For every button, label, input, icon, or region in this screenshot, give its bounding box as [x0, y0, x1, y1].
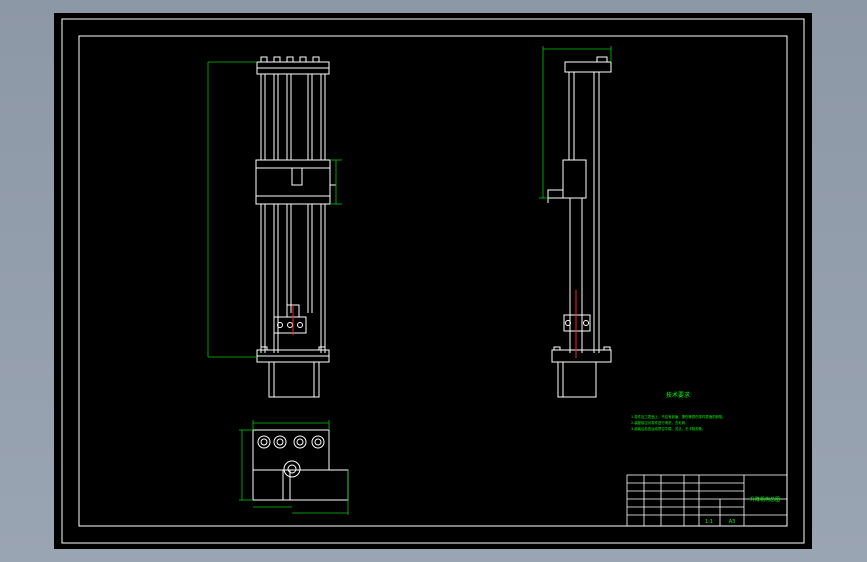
side-carriage: [562, 159, 587, 199]
side-motor: [557, 361, 597, 398]
top-view-screw: [283, 460, 301, 478]
top-view: [252, 429, 349, 501]
top-view-dimensions: [239, 420, 349, 515]
tech-note-1: 1.零件加工表面上，不应有划痕、擦伤等损伤零件表面的缺陷。: [631, 414, 726, 419]
drawing-name: 升降机构总图: [750, 496, 780, 503]
top-view-bolts: [257, 435, 325, 449]
carriage-block: [255, 159, 331, 205]
sheet-text: A3: [729, 519, 736, 525]
motor: [268, 361, 320, 398]
side-dimensions: [539, 46, 612, 199]
top-view-base: [252, 469, 349, 501]
front-dimensions: [207, 61, 342, 358]
tech-notes-title: 技术要求: [666, 391, 690, 399]
cad-viewport[interactable]: 技术要求 1.零件加工表面上，不应有划痕、擦伤等损伤零件表面的缺陷。 2.装配前…: [54, 13, 812, 549]
side-top-plate: [564, 61, 612, 73]
tech-note-2: 2.装配前应对零件进行清洗，去毛刺。: [631, 420, 688, 425]
tech-note-3: 3.组装后检查运动是否平稳、灵活，无卡阻现象。: [631, 426, 705, 431]
side-view: [547, 56, 612, 398]
outer-border: [61, 18, 805, 544]
inner-border: [78, 35, 788, 527]
front-view: [255, 56, 336, 398]
top-bolts: [260, 56, 320, 63]
coupling-flange: [273, 316, 307, 334]
engineering-drawing: 技术要求 1.零件加工表面上，不应有划痕、擦伤等损伤零件表面的缺陷。 2.装配前…: [61, 18, 805, 544]
tech-notes: 技术要求 1.零件加工表面上，不应有划痕、擦伤等损伤零件表面的缺陷。 2.装配前…: [631, 391, 726, 431]
scale-text: 1:1: [705, 519, 713, 525]
